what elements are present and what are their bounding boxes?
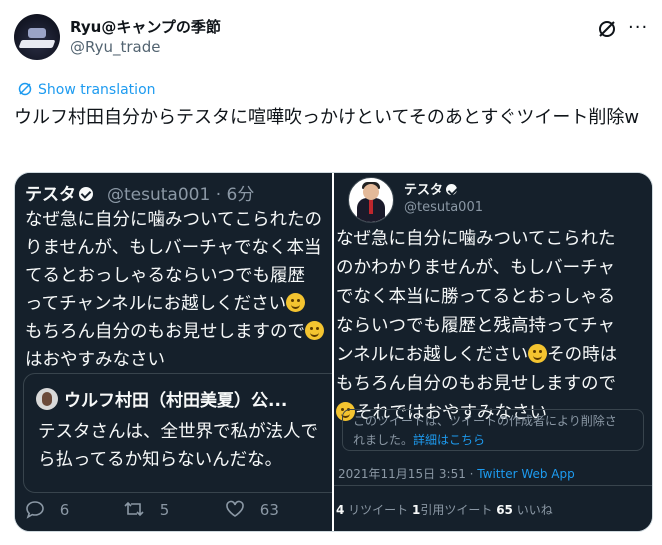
- reply-icon: [26, 501, 44, 519]
- right-author-avatar: [348, 177, 394, 223]
- right-tweet-text: なぜ急に自分に噛みついてこられた のかわかりませんが、もしバーチャ でなく本当に勝っ…: [336, 229, 618, 423]
- tweet-timestamp: 2021年11月15日 3:51 · Twitter Web App: [338, 467, 575, 481]
- right-author-name: テスタ: [404, 179, 458, 198]
- right-author-handle: @tesuta001: [404, 200, 483, 215]
- like-action: 63: [225, 499, 279, 519]
- user-handle[interactable]: @Ryu_trade: [70, 38, 160, 56]
- quoted-author-name: ウルフ村田（村田美夏）公...: [64, 391, 288, 411]
- tweet-text: ウルフ村田自分からテスタに喧嘩吹っかけといてそのあとすぐツイート削除w: [14, 107, 640, 128]
- grok-icon[interactable]: [596, 18, 618, 40]
- show-translation-link[interactable]: Show translation: [18, 82, 156, 98]
- more-horizontal-icon[interactable]: ···: [628, 18, 650, 40]
- smile-emoji-icon: [286, 293, 306, 312]
- left-author-name: テスタ: [25, 180, 93, 205]
- verified-badge-icon: [79, 187, 93, 201]
- left-action-bar: 6 5 63: [15, 495, 332, 525]
- tweet-stats: 4 リツイート 1引用ツイート 65 いいね: [336, 503, 553, 517]
- retweet-action: 5: [123, 499, 169, 519]
- deleted-tweet-notice: このツイートは、ツイートの作成者により削除さ れました。詳細はこちら: [342, 409, 644, 451]
- show-translation-label[interactable]: Show translation: [38, 82, 156, 98]
- display-name[interactable]: Ryu@キャンプの季節: [70, 16, 221, 37]
- translate-icon: [18, 82, 32, 96]
- quoted-tweet: ウルフ村田（村田美夏）公... テスタさんは、全世界で私が法人で ら払ってるか知ら…: [23, 373, 365, 493]
- avatar[interactable]: [14, 14, 60, 60]
- smile-emoji-icon: [528, 344, 548, 363]
- left-screenshot: テスタ @tesuta001 · 6分 なぜ急に自分に噛みついてこられたの りませ…: [15, 173, 365, 531]
- retweet-icon: [124, 501, 144, 517]
- heart-icon: [226, 500, 244, 517]
- verified-badge-icon: [446, 184, 458, 195]
- reply-action: 6: [25, 499, 69, 519]
- smile-emoji-icon: [305, 321, 324, 340]
- left-tweet-text: なぜ急に自分に噛みついてこられたの りませんが、もしバーチャでなく本当 てるとおっし…: [25, 206, 365, 374]
- details-link: 詳細はこちら: [413, 433, 486, 447]
- right-screenshot: テスタ @tesuta001 なぜ急に自分に噛みついてこられた のかわかりませんが…: [334, 173, 652, 531]
- tweet-media[interactable]: テスタ @tesuta001 · 6分 なぜ急に自分に噛みついてこられたの りませ…: [14, 172, 653, 532]
- left-author-handle: @tesuta001 · 6分: [107, 185, 255, 205]
- stats-divider: [334, 485, 652, 486]
- quoted-tweet-text: テスタさんは、全世界で私が法人で ら払ってるか知らないんだな。: [38, 422, 318, 470]
- quoted-avatar: [36, 388, 58, 410]
